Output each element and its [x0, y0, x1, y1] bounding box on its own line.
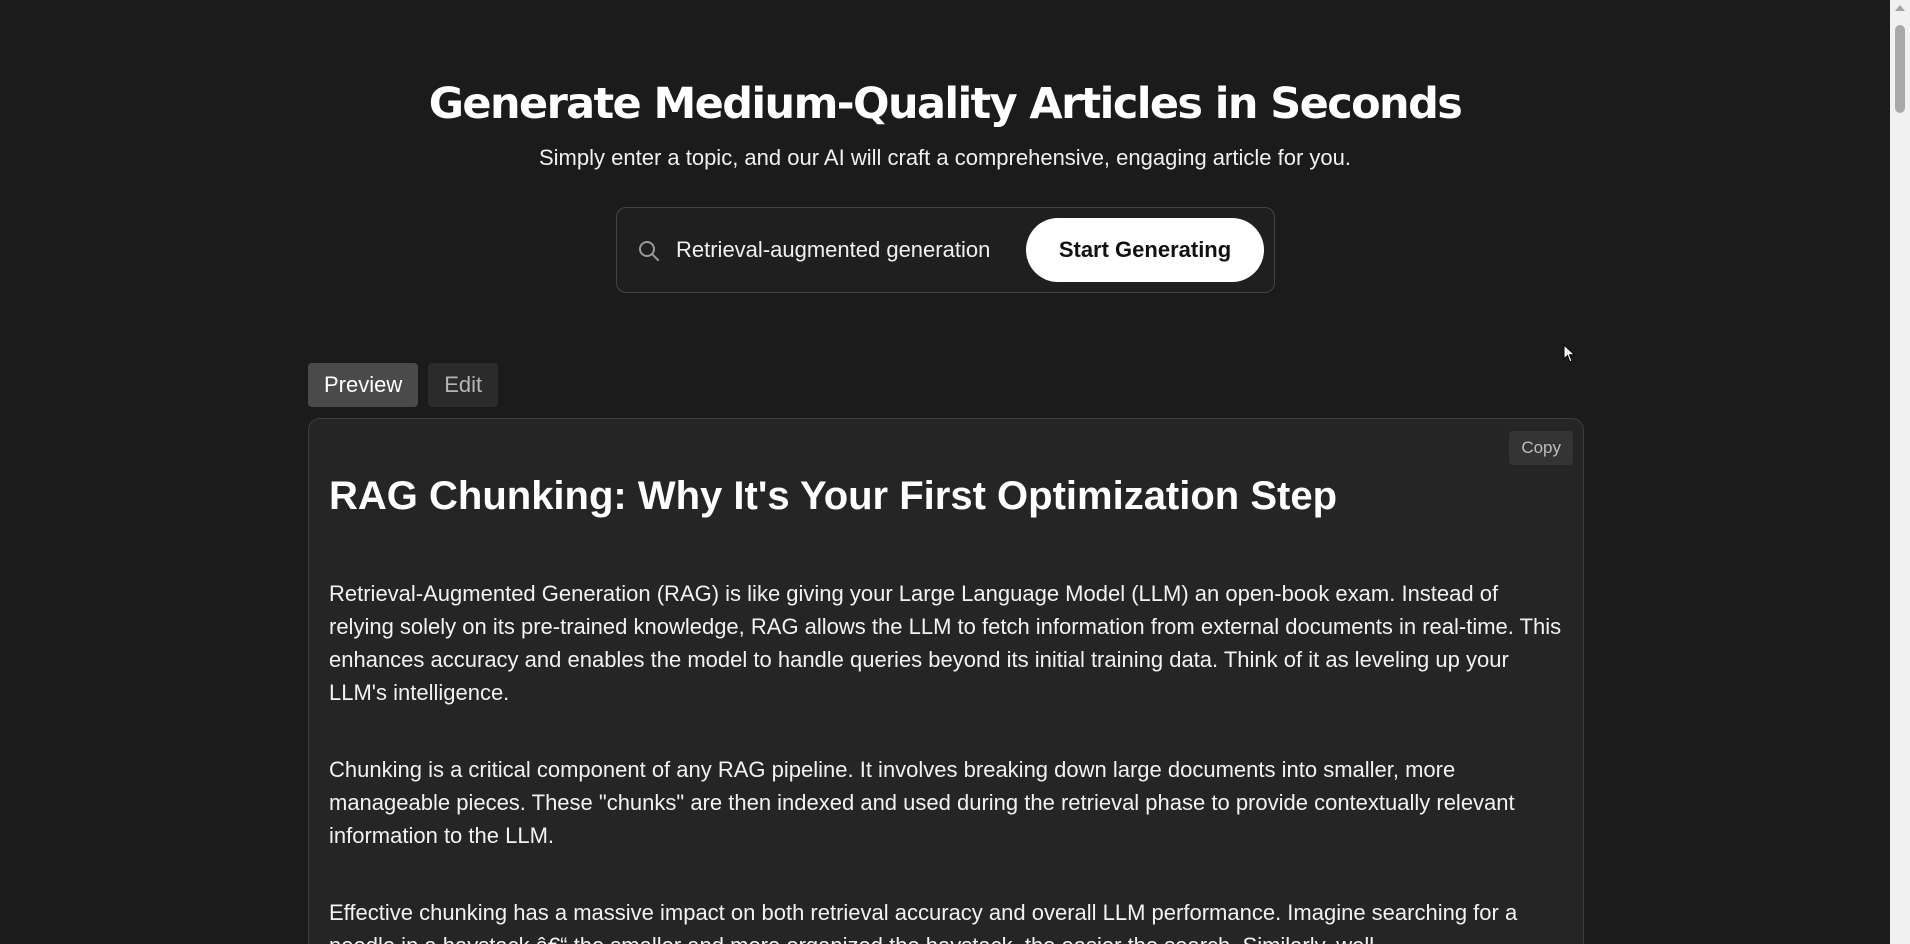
- topic-input[interactable]: [676, 230, 1032, 270]
- page: Generate Medium-Quality Articles in Seco…: [0, 0, 1890, 944]
- hero-section: Generate Medium-Quality Articles in Seco…: [0, 0, 1890, 172]
- tab-edit[interactable]: Edit: [428, 363, 499, 407]
- tab-preview[interactable]: Preview: [308, 363, 419, 407]
- scrollbar-thumb[interactable]: [1895, 25, 1905, 113]
- topic-search-box: Start Generating: [616, 207, 1275, 293]
- copy-button[interactable]: Copy: [1509, 431, 1573, 465]
- article-paragraph: Chunking is a critical component of any …: [329, 757, 1515, 848]
- search-icon: [639, 241, 659, 261]
- mouse-cursor-icon: [1563, 344, 1576, 363]
- page-subtitle: Simply enter a topic, and our AI will cr…: [539, 145, 1351, 170]
- start-generating-button[interactable]: Start Generating: [1026, 218, 1264, 282]
- page-title: Generate Medium-Quality Articles in Seco…: [428, 79, 1463, 129]
- article-paragraph: Effective chunking has a massive impact …: [329, 900, 1518, 944]
- scroll-up-arrow-icon[interactable]: [1895, 5, 1905, 11]
- vertical-scrollbar[interactable]: [1890, 0, 1910, 944]
- article-title: RAG Chunking: Why It's Your First Optimi…: [329, 474, 1338, 518]
- article-paragraph: Retrieval-Augmented Generation (RAG) is …: [329, 581, 1562, 705]
- article-preview: Copy RAG Chunking: Why It's Your First O…: [308, 418, 1584, 944]
- view-tabs: Preview Edit: [308, 363, 499, 407]
